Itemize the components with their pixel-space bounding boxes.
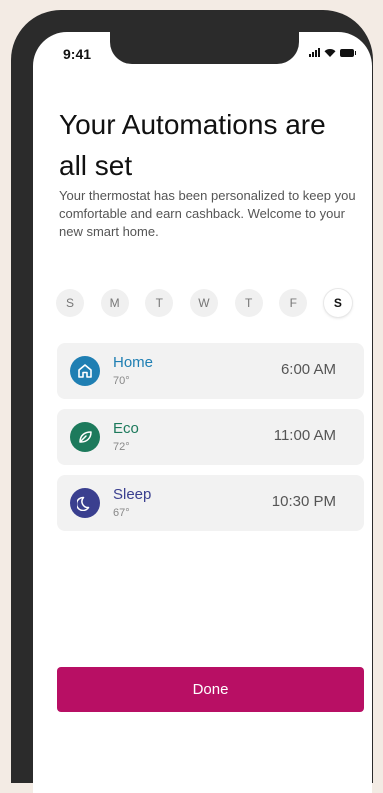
day-thursday[interactable]: T — [234, 289, 263, 317]
day-wednesday[interactable]: W — [189, 289, 218, 317]
battery-icon — [340, 49, 356, 57]
automation-card-home[interactable]: Home 70° 6:00 AM — [57, 343, 364, 399]
automation-temp: 67° — [113, 507, 130, 519]
day-selector: S M T W T F S — [56, 289, 352, 317]
status-icons — [309, 48, 356, 57]
day-friday[interactable]: F — [279, 289, 308, 317]
page-title: Your Automations are all set — [59, 109, 326, 181]
leaf-icon — [70, 422, 100, 452]
day-sunday[interactable]: S — [56, 289, 84, 317]
automation-time: 6:00 AM — [280, 361, 336, 378]
automation-name: Sleep — [113, 486, 152, 503]
moon-icon — [70, 488, 100, 518]
automation-name: Eco — [113, 420, 139, 437]
home-icon — [70, 356, 100, 386]
page-subtitle: Your thermostat has been personalized to… — [59, 188, 356, 239]
notch — [110, 32, 299, 64]
signal-icon — [309, 48, 320, 57]
automation-time: 10:30 PM — [271, 493, 336, 510]
wifi-icon — [324, 49, 336, 57]
automation-time: 11:00 AM — [273, 427, 336, 444]
automation-name: Home — [113, 354, 154, 371]
screen: 9:41 Your Automations are all set Your t… — [33, 32, 372, 793]
automation-temp: 72° — [113, 441, 130, 453]
phone-frame: 9:41 Your Automations are all set Your t… — [11, 10, 373, 793]
day-saturday[interactable]: S — [323, 289, 352, 317]
day-tuesday[interactable]: T — [145, 289, 174, 317]
status-time: 9:41 — [63, 46, 92, 62]
automation-card-sleep[interactable]: Sleep 67° 10:30 PM — [57, 475, 364, 531]
automation-card-eco[interactable]: Eco 72° 11:00 AM — [57, 409, 364, 465]
day-monday[interactable]: M — [100, 289, 129, 317]
automation-temp: 70° — [113, 375, 130, 387]
done-button[interactable]: Done — [57, 667, 364, 712]
